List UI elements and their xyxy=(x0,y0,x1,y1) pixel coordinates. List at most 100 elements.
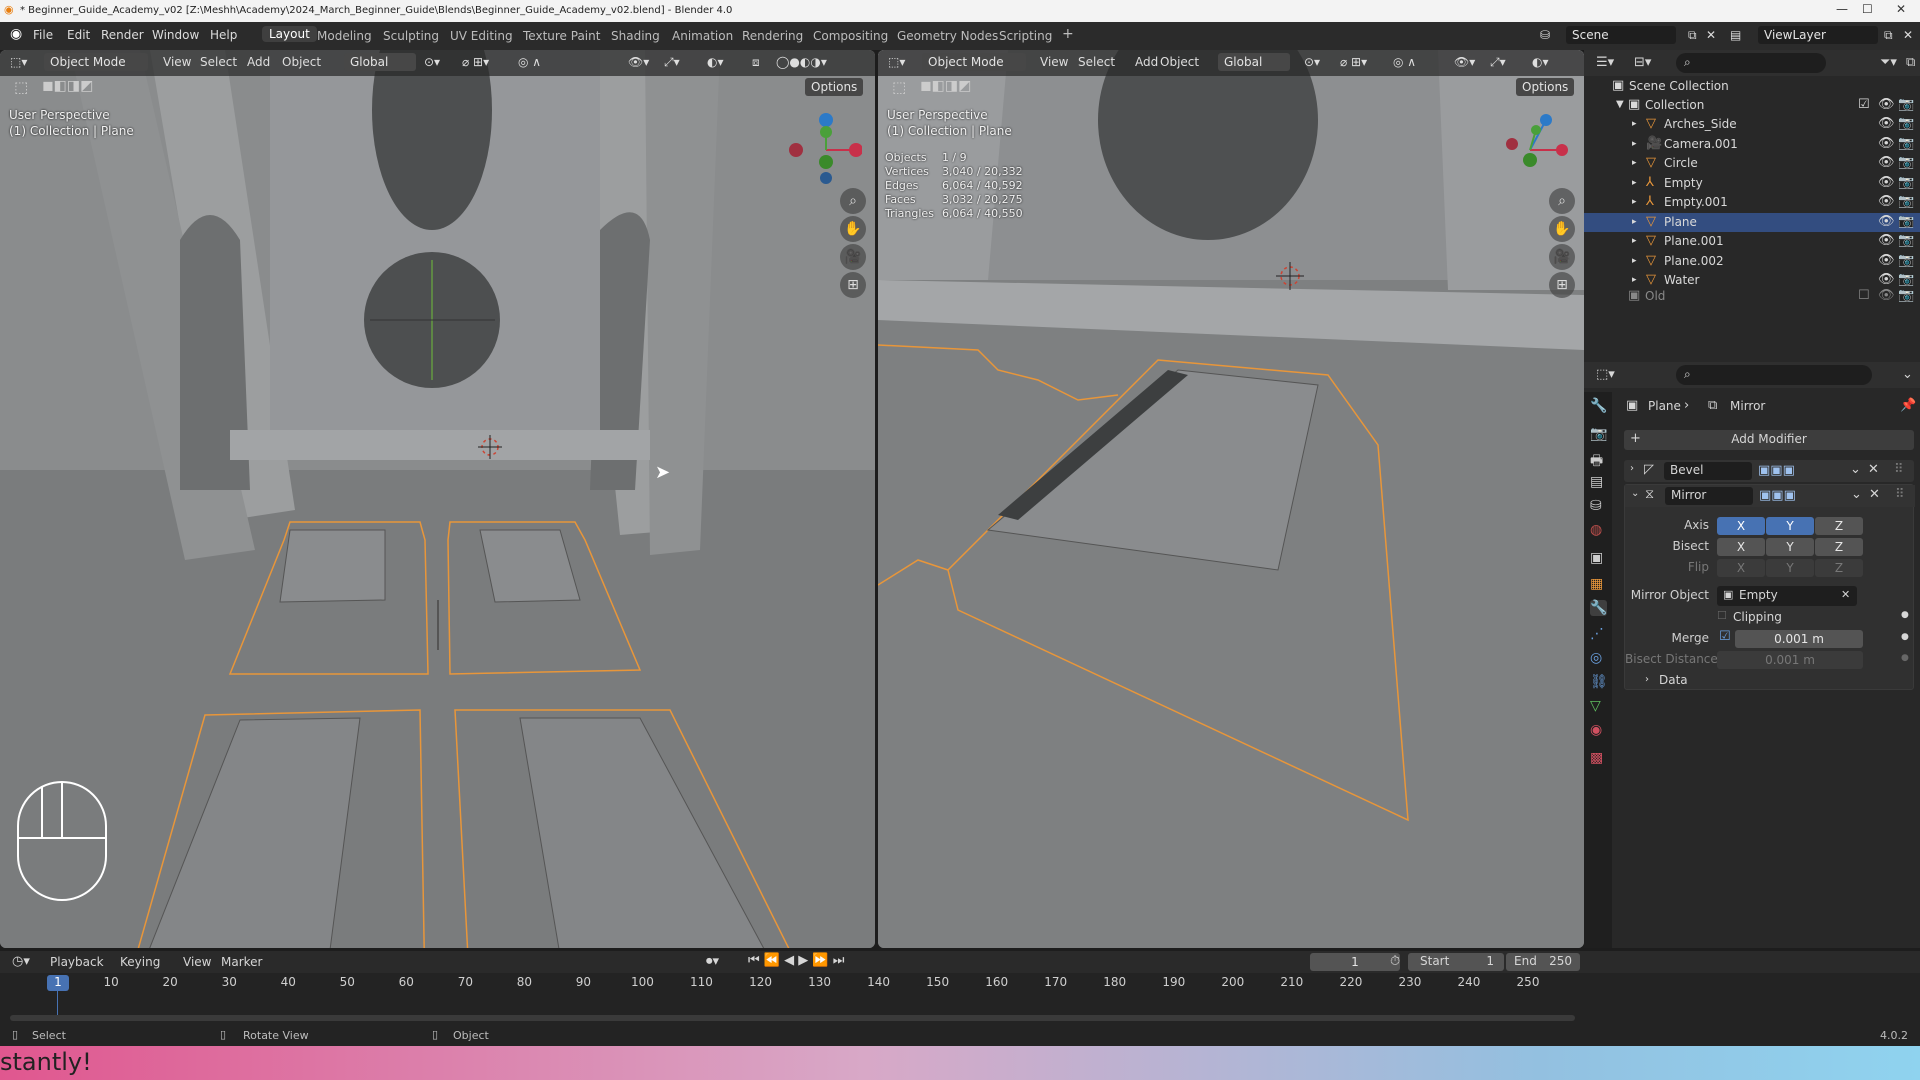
eye-icon[interactable]: 👁 xyxy=(1878,136,1895,151)
viewport-right[interactable]: ⬚▾ Object Mode View Select Add Object Gl… xyxy=(878,50,1584,948)
eye-icon[interactable]: 👁 xyxy=(1878,116,1895,131)
render-camera-icon[interactable]: 📷 xyxy=(1898,253,1914,268)
bisect-x-toggle[interactable]: X xyxy=(1717,538,1765,556)
snap-icon-right[interactable]: ⌀ ⊞▾ xyxy=(1340,55,1367,69)
data-subpanel[interactable]: Data xyxy=(1659,673,1688,687)
merge-distance-field[interactable]: 0.001 m xyxy=(1735,630,1863,648)
mirror-object-field[interactable]: ▣ Empty ✕ xyxy=(1717,586,1857,606)
constraints-tab-icon[interactable]: ⛓ xyxy=(1590,674,1608,690)
chevron-right-icon[interactable]: ▸ xyxy=(1632,178,1637,188)
eye-icon[interactable]: 👁 xyxy=(1878,272,1895,287)
render-camera-icon[interactable]: 📷 xyxy=(1898,272,1914,287)
options-dropdown-right[interactable]: Options xyxy=(1516,78,1575,96)
navigation-gizmo[interactable] xyxy=(782,110,862,190)
options-dropdown[interactable]: Options xyxy=(805,78,864,96)
render-camera-icon[interactable]: 📷 xyxy=(1898,136,1914,151)
pin-icon[interactable]: 📌 xyxy=(1900,398,1916,413)
remove-scene-icon[interactable]: ✕ xyxy=(1706,28,1716,42)
modifier-visibility-icons[interactable]: ▣▣▣ xyxy=(1758,463,1795,478)
transform-orientation-right[interactable]: Global xyxy=(1218,53,1290,71)
chevron-down-icon[interactable]: ⌄ xyxy=(1631,488,1639,499)
chevron-right-icon[interactable]: › xyxy=(1645,674,1649,685)
chevron-down-icon[interactable]: ⌄ xyxy=(1850,462,1861,477)
outliner-collection[interactable]: ▼ ▣ Collection ☑ 👁 📷 xyxy=(1584,96,1920,115)
tab-compositing[interactable]: Compositing xyxy=(813,29,888,43)
snap-icon[interactable]: ⌀ ⊞▾ xyxy=(462,55,489,69)
editor-type-icon-right[interactable]: ⬚▾ xyxy=(888,55,905,69)
zoom-icon[interactable]: ⌕ xyxy=(840,188,866,214)
menu-select-right[interactable]: Select xyxy=(1078,55,1115,69)
clipping-checkbox[interactable]: ☐ xyxy=(1717,609,1727,622)
object-tab-icon[interactable]: ▦ xyxy=(1590,576,1603,592)
keyframe-dot-icon[interactable]: ● xyxy=(1901,653,1909,663)
scene-selector[interactable]: Scene xyxy=(1566,26,1676,44)
collection-tab-icon[interactable]: ▣ xyxy=(1590,550,1603,566)
chevron-right-icon[interactable]: ▸ xyxy=(1632,256,1637,266)
render-camera-icon[interactable]: 📷 xyxy=(1898,97,1914,112)
menu-file[interactable]: File xyxy=(33,28,53,42)
particles-tab-icon[interactable]: ⋰ xyxy=(1590,626,1604,642)
selection-mode-icons[interactable]: ◼◧◨◩ xyxy=(42,78,93,94)
tab-uv-editing[interactable]: UV Editing xyxy=(450,29,513,43)
modifier-tab-icon[interactable]: 🔧 xyxy=(1590,600,1608,616)
modifier-mirror-header[interactable]: ⌄ ⧖ Mirror ▣▣▣ ⌄ ✕ ⠿ xyxy=(1625,485,1915,507)
world-tab-icon[interactable]: ◍ xyxy=(1590,522,1602,538)
axis-z-toggle[interactable]: Z xyxy=(1815,517,1863,535)
axis-x-toggle[interactable]: X xyxy=(1717,517,1765,535)
gizmo-icon[interactable]: ⤢▾ xyxy=(664,55,680,70)
minimize-icon[interactable]: — xyxy=(1836,2,1848,16)
shading-modes-icon[interactable]: ◯●◐◑▾ xyxy=(776,55,827,69)
maximize-icon[interactable]: ☐ xyxy=(1862,2,1873,16)
outliner-item[interactable]: ▸ ⅄ Empty.001 👁 📷 xyxy=(1584,193,1920,212)
properties-editor-icon[interactable]: ⬚▾ xyxy=(1596,367,1615,382)
timeline-scrollbar[interactable] xyxy=(10,1015,1575,1021)
flip-y-toggle[interactable]: Y xyxy=(1766,559,1814,577)
bisect-y-toggle[interactable]: Y xyxy=(1766,538,1814,556)
eye-icon[interactable]: 👁 xyxy=(1878,155,1895,170)
eye-icon[interactable]: 👁 xyxy=(1878,233,1895,248)
chevron-right-icon[interactable]: ▸ xyxy=(1632,158,1637,168)
grid-view-icon-right[interactable]: ⊞ xyxy=(1549,272,1575,298)
view-layer-tab-icon[interactable]: ▤ xyxy=(1590,474,1603,490)
menu-object[interactable]: Object xyxy=(282,55,321,69)
bevel-name-field[interactable]: Bevel xyxy=(1664,462,1752,480)
visibility-icon[interactable]: 👁▾ xyxy=(628,55,649,69)
proportional-edit-icon[interactable]: ◎ ∧ xyxy=(518,55,541,69)
collapse-arrow-icon[interactable]: ▼ xyxy=(1616,99,1624,110)
overlay-icon[interactable]: ◐▾ xyxy=(707,55,724,69)
modifier-bevel-header[interactable]: › ◸ Bevel ▣▣▣ ⌄ ✕ ⠿ xyxy=(1624,460,1914,482)
menu-object-right[interactable]: Object xyxy=(1160,55,1199,69)
physics-tab-icon[interactable]: ◎ xyxy=(1590,650,1602,666)
menu-view[interactable]: View xyxy=(163,55,191,69)
chevron-right-icon[interactable]: › xyxy=(1630,463,1634,474)
chevron-right-icon[interactable]: ▸ xyxy=(1632,139,1637,149)
tool-tab-icon[interactable]: 🔧 xyxy=(1590,398,1607,414)
remove-modifier-icon[interactable]: ✕ xyxy=(1869,487,1880,502)
axis-y-toggle[interactable]: Y xyxy=(1766,517,1814,535)
tab-shading[interactable]: Shading xyxy=(611,29,660,43)
output-tab-icon[interactable]: 🖶 xyxy=(1590,450,1603,474)
drag-handle-icon[interactable]: ⠿ xyxy=(1894,462,1904,477)
viewport-left[interactable]: ⬚▾ Object Mode View Select Add Object Gl… xyxy=(0,50,875,948)
mode-selector[interactable]: Object Mode xyxy=(44,53,148,71)
modifier-visibility-icons[interactable]: ▣▣▣ xyxy=(1759,488,1796,503)
render-camera-icon[interactable]: 📷 xyxy=(1898,214,1914,229)
checkbox-icon[interactable]: ☐ xyxy=(1858,288,1870,303)
mode-selector-right[interactable]: Object Mode xyxy=(922,53,1026,71)
checkbox-icon[interactable]: ☑ xyxy=(1858,97,1870,112)
properties-search-input[interactable]: ⌕ xyxy=(1676,365,1872,385)
outliner-scene-collection[interactable]: ▣ Scene Collection xyxy=(1584,77,1920,96)
pan-hand-icon[interactable]: ✋ xyxy=(840,216,866,242)
remove-modifier-icon[interactable]: ✕ xyxy=(1868,462,1879,477)
outliner-editor-icon[interactable]: ☰▾ xyxy=(1596,55,1614,70)
merge-checkbox[interactable]: ☑ xyxy=(1719,629,1731,644)
chevron-right-icon[interactable]: ▸ xyxy=(1632,236,1637,246)
texture-tab-icon[interactable]: ▩ xyxy=(1590,750,1603,766)
select-tool-icon-right[interactable]: ⬚ xyxy=(892,78,906,96)
outliner-item[interactable]: ▸ ▽ Plane.001 👁 📷 xyxy=(1584,232,1920,251)
overlay-icon-right[interactable]: ◐▾ xyxy=(1532,55,1549,69)
eye-icon[interactable]: 👁 xyxy=(1878,253,1895,268)
close-icon[interactable]: ✕ xyxy=(1896,2,1906,16)
view-layer-selector[interactable]: ViewLayer xyxy=(1758,26,1878,44)
menu-help[interactable]: Help xyxy=(210,28,237,42)
